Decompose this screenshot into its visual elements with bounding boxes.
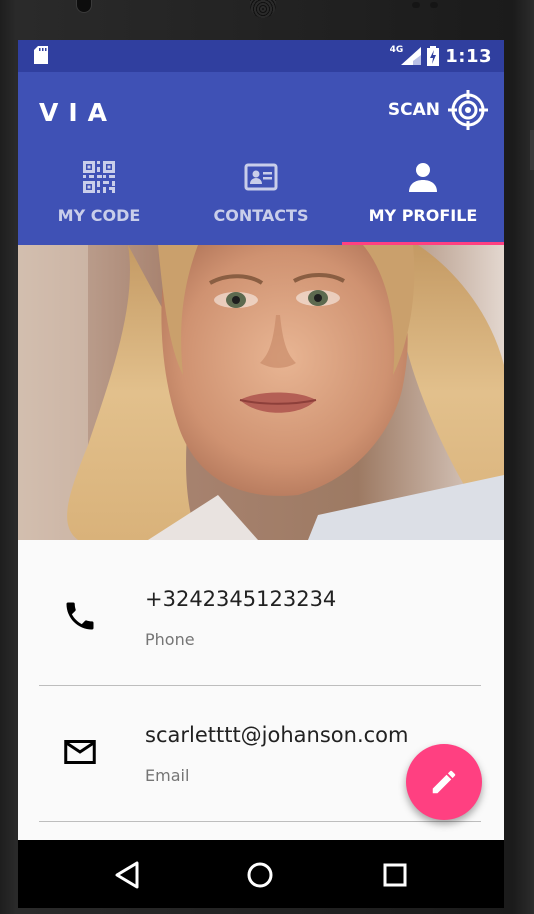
signal-icon [401,47,422,65]
network-type: 4G [389,45,404,55]
home-icon[interactable] [243,858,277,892]
email-icon [64,740,96,764]
tab-label: MY PROFILE [368,206,478,225]
contact-card-icon [244,160,278,194]
tab-label: CONTACTS [213,206,309,225]
battery-icon [427,46,440,66]
front-camera [76,0,92,13]
app-screen: 4G 1:13 VIA SCAN MY CODE CONTACTS MY PRO… [18,40,504,840]
person-icon [409,160,437,194]
tab-label: MY CODE [57,206,141,225]
contact-item-phone[interactable]: +3242345123234 Phone [18,540,504,676]
edit-fab-button[interactable] [406,744,482,820]
phone-icon [66,602,94,630]
proximity-sensor [412,2,420,8]
recent-apps-icon[interactable] [378,858,412,892]
divider [39,821,481,822]
tab-my-profile[interactable]: MY PROFILE [342,148,504,245]
tab-my-code[interactable]: MY CODE [18,148,180,245]
status-indicators: 4G 1:13 [390,40,492,72]
target-scan-icon [448,90,488,130]
status-time: 1:13 [445,45,492,67]
phone-number: +3242345123234 [145,587,337,611]
earpiece-speaker [250,0,276,18]
status-bar: 4G 1:13 [18,40,504,72]
back-icon[interactable] [111,858,145,892]
app-title: VIA [39,98,117,127]
sd-card-icon [34,46,48,64]
app-bar: VIA SCAN MY CODE CONTACTS MY PROFILE [18,72,504,245]
email-label: Email [145,766,190,785]
power-button[interactable] [530,130,534,170]
profile-photo [18,245,504,540]
email-address: scarletttt@johanson.com [145,723,409,747]
scan-label: SCAN [387,100,440,120]
light-sensor [430,2,438,8]
qr-code-icon [83,160,115,194]
tab-bar: MY CODE CONTACTS MY PROFILE [18,148,504,245]
system-nav-bar [18,840,504,908]
edit-icon [432,770,456,794]
tab-contacts[interactable]: CONTACTS [180,148,342,245]
scan-button[interactable]: SCAN [388,88,488,132]
phone-label: Phone [145,630,195,649]
